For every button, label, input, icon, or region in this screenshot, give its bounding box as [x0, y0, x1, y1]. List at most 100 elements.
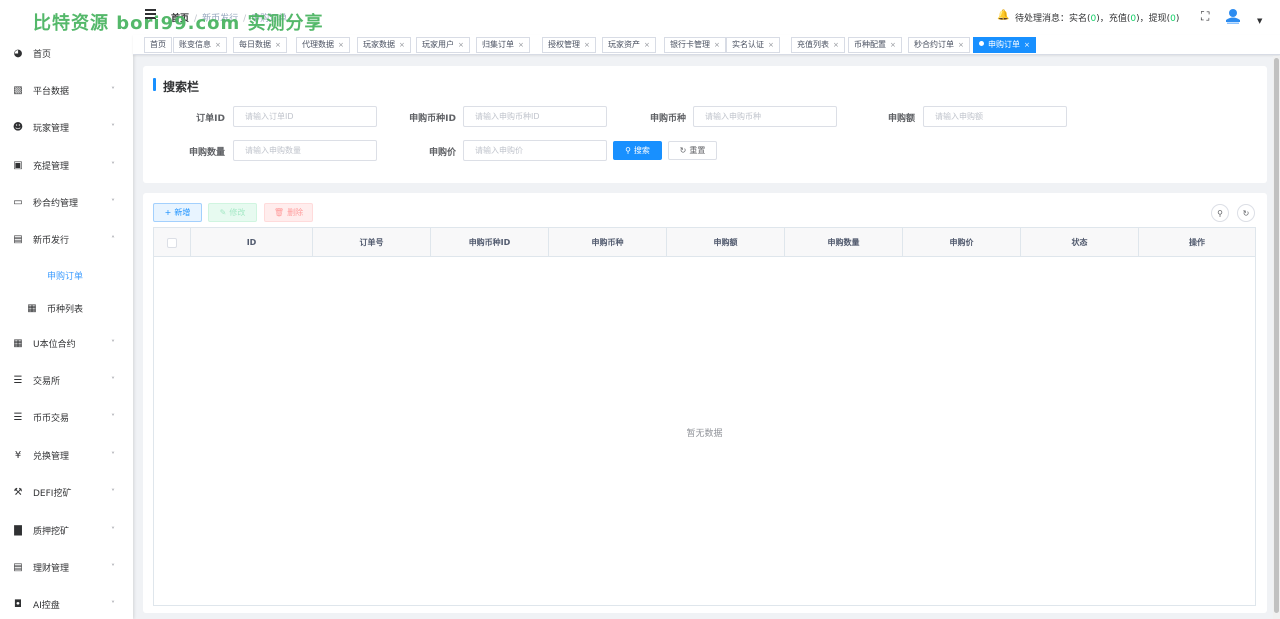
- col-header: 操作: [1189, 238, 1205, 247]
- order-id-input[interactable]: [233, 106, 377, 127]
- search-panel-title: 搜索栏: [153, 78, 199, 95]
- top-navbar: 首页 / 新币发行 / 申购订单 比特资源 bori99.com 实测分享 🔔 待处理消…: [33, 0, 1280, 35]
- col-header[interactable]: 申购币种ID: [431, 228, 549, 257]
- tag-item[interactable]: 代理数据 ×: [296, 37, 350, 53]
- realname-link[interactable]: 实名(0): [1069, 14, 1100, 24]
- close-icon[interactable]: ×: [338, 41, 344, 49]
- tag-item[interactable]: 币种配置 ×: [848, 37, 902, 53]
- fullscreen-icon[interactable]: ⛶: [1201, 9, 1209, 24]
- caret-down-icon[interactable]: ▼: [1257, 17, 1262, 25]
- reset-button[interactable]: ↻ 重置: [668, 141, 717, 160]
- close-icon[interactable]: ×: [890, 41, 896, 49]
- scrollbar-thumb[interactable]: [1274, 58, 1279, 613]
- sidebar-item[interactable]: ☰ 交易所 ˅: [0, 370, 133, 390]
- tag-item[interactable]: 玩家用户 ×: [416, 37, 470, 53]
- col-header[interactable]: 申购数量: [785, 228, 903, 257]
- chevron-down-icon: ˅: [111, 487, 115, 497]
- sidebar-item-label: 申购订单: [47, 271, 84, 282]
- close-icon[interactable]: ×: [644, 41, 650, 49]
- tag-item[interactable]: 授权管理 ×: [542, 37, 596, 53]
- select-all-checkbox[interactable]: [167, 237, 177, 248]
- sidebar-item[interactable]: 申购订单: [0, 265, 133, 285]
- col-header[interactable]: 申购额: [667, 228, 785, 257]
- edit-button[interactable]: ✎ 修改: [208, 203, 257, 222]
- close-icon[interactable]: ×: [1024, 41, 1030, 49]
- sidebar-item-label: 秒合约管理: [33, 198, 79, 209]
- tag-label: 秒合约订单: [914, 40, 954, 49]
- sidebar-item[interactable]: ☻ 玩家管理 ˅: [0, 117, 133, 137]
- withdraw-link[interactable]: 提现(0): [1149, 14, 1180, 24]
- sidebar-item[interactable]: ▦ 币种列表: [0, 298, 133, 318]
- col-header[interactable]: 申购币种: [549, 228, 667, 257]
- monitor-icon: ▭: [13, 196, 23, 208]
- sidebar-item[interactable]: ▣ 充提管理 ˅: [0, 155, 133, 175]
- chevron-down-icon: ˅: [111, 375, 115, 385]
- avatar[interactable]: [1223, 7, 1243, 25]
- edit-icon: ✎: [219, 208, 227, 217]
- col-header[interactable]: 申购价: [903, 228, 1021, 257]
- tag-item[interactable]: 账变信息 ×: [173, 37, 227, 53]
- sidebar-item[interactable]: ▦ U本位合约 ˅: [0, 333, 133, 353]
- tag-item[interactable]: 玩家数据 ×: [357, 37, 411, 53]
- tag-item[interactable]: 秒合约订单 ×: [908, 37, 970, 53]
- sidebar-item[interactable]: ▤ 理财管理 ˅: [0, 557, 133, 577]
- page-scrollbar[interactable]: [1273, 56, 1280, 619]
- close-icon[interactable]: ×: [958, 41, 964, 49]
- search-icon: ⚲: [625, 146, 631, 155]
- amount-input[interactable]: [923, 106, 1067, 127]
- col-header[interactable]: ID: [191, 228, 313, 257]
- tag-item[interactable]: 玩家资产 ×: [602, 37, 656, 53]
- chevron-down-icon: ˅: [111, 412, 115, 422]
- toggle-search-button[interactable]: ⚲: [1211, 204, 1229, 222]
- close-icon[interactable]: ×: [768, 41, 774, 49]
- dashboard-icon: ◕: [13, 47, 23, 59]
- tag-item[interactable]: 每日数据 ×: [233, 37, 287, 53]
- close-icon[interactable]: ×: [458, 41, 464, 49]
- col-header[interactable]: 状态: [1021, 228, 1139, 257]
- tag-item[interactable]: 申购订单 ×: [973, 37, 1036, 53]
- coin-input[interactable]: [693, 106, 837, 127]
- bell-icon[interactable]: 🔔: [997, 10, 1009, 21]
- close-icon[interactable]: ×: [833, 41, 839, 49]
- sidebar-item[interactable]: ▤ 新币发行 ˄: [0, 229, 133, 249]
- sidebar-item[interactable]: ¥ 兑换管理 ˅: [0, 445, 133, 465]
- tag-item[interactable]: 银行卡管理 ×: [664, 37, 726, 53]
- tag-label: 每日数据: [239, 40, 271, 49]
- sidebar-item[interactable]: ▇ 质押挖矿 ˅: [0, 520, 133, 540]
- tag-label: 账变信息: [179, 40, 211, 49]
- add-button[interactable]: + 新增: [153, 203, 202, 222]
- tag-item[interactable]: 归集订单 ×: [476, 37, 530, 53]
- close-icon[interactable]: ×: [215, 41, 221, 49]
- sidebar-item[interactable]: ◕ 首页: [0, 43, 133, 63]
- tag-label: 首页: [150, 40, 166, 49]
- close-icon[interactable]: ×: [584, 41, 590, 49]
- sidebar-item[interactable]: ◘ AI控盘 ˅: [0, 594, 133, 614]
- tag-item[interactable]: 实名认证 ×: [726, 37, 780, 53]
- tag-item[interactable]: 首页: [144, 37, 172, 53]
- close-icon[interactable]: ×: [714, 41, 720, 49]
- close-icon[interactable]: ×: [518, 41, 524, 49]
- price-input[interactable]: [463, 140, 607, 161]
- close-icon[interactable]: ×: [275, 41, 281, 49]
- sidebar-item-label: DEFI挖矿: [33, 488, 72, 499]
- sidebar-item-label: U本位合约: [33, 339, 76, 350]
- sidebar-item[interactable]: ▭ 秒合约管理 ˅: [0, 192, 133, 212]
- tag-label: 银行卡管理: [670, 40, 710, 49]
- search-button[interactable]: ⚲ 搜索: [613, 141, 662, 160]
- recharge-link[interactable]: 充值(0): [1109, 14, 1140, 24]
- sidebar-item[interactable]: ▧ 平台数据 ˅: [0, 80, 133, 100]
- sidebar-item[interactable]: ⚒ DEFI挖矿 ˅: [0, 482, 133, 502]
- coin-id-input[interactable]: [463, 106, 607, 127]
- col-header[interactable]: 订单号: [313, 228, 431, 257]
- tag-item[interactable]: 充值列表 ×: [791, 37, 845, 53]
- coin-icon: ▤: [13, 233, 23, 245]
- sidebar-item-label: 充提管理: [33, 161, 70, 172]
- close-icon[interactable]: ×: [399, 41, 405, 49]
- quantity-input[interactable]: [233, 140, 377, 161]
- table-panel: + 新增 ✎ 修改 🗑 删除 ⚲ ↻ ID 订单号 申购币种ID 申购币种 申购额 申…: [143, 193, 1267, 613]
- tag-label: 币种配置: [854, 40, 886, 49]
- delete-button[interactable]: 🗑 删除: [264, 203, 313, 222]
- sidebar-item[interactable]: ☰ 币币交易 ˅: [0, 407, 133, 427]
- refresh-button[interactable]: ↻: [1237, 204, 1255, 222]
- sidebar-item-label: 兑换管理: [33, 451, 70, 462]
